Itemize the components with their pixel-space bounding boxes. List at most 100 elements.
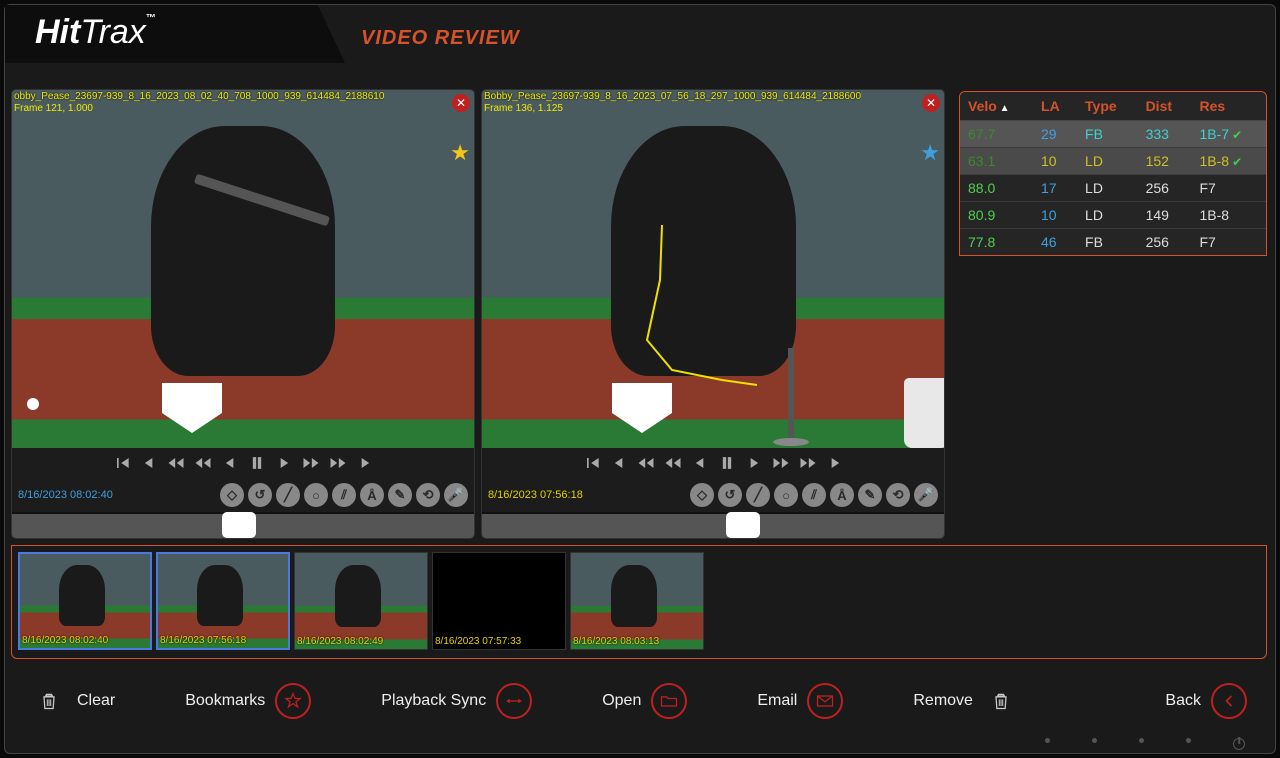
thumbnail[interactable]: 8/16/2023 08:03:13	[570, 552, 704, 650]
forward-fast-icon[interactable]	[797, 452, 819, 474]
cell-dist: 256	[1138, 229, 1192, 256]
compass-tool-icon[interactable]: Å	[360, 483, 384, 507]
table-row[interactable]: 67.729FB3331B-7✔	[960, 121, 1266, 148]
col-res[interactable]: Res	[1191, 92, 1266, 121]
pencil-tool-icon[interactable]: ✎	[388, 483, 412, 507]
pause-icon[interactable]	[716, 452, 738, 474]
pause-icon[interactable]	[246, 452, 268, 474]
playback-sync-button[interactable]: Playback Sync	[381, 683, 532, 719]
forward-icon[interactable]	[300, 452, 322, 474]
close-icon[interactable]: ✕	[452, 94, 470, 112]
scrub-bar-right[interactable]	[482, 514, 944, 538]
prev-icon[interactable]	[138, 452, 160, 474]
undo-tool-icon[interactable]: ↺	[718, 483, 742, 507]
power-icon[interactable]	[1233, 738, 1245, 750]
chevron-left-icon	[1211, 683, 1247, 719]
cell-la: 10	[1033, 202, 1077, 229]
skip-start-icon[interactable]	[581, 452, 603, 474]
cell-velo: 80.9	[960, 202, 1033, 229]
home-plate-tool-icon[interactable]: ◇	[220, 483, 244, 507]
cell-res: 1B-8✔	[1191, 148, 1266, 175]
home-plate	[612, 383, 672, 433]
compass-tool-icon[interactable]: Å	[830, 483, 854, 507]
thumb-timestamp: 8/16/2023 08:02:49	[297, 636, 383, 647]
angle-tool-icon[interactable]: ⫽	[802, 483, 826, 507]
col-la[interactable]: LA	[1033, 92, 1077, 121]
angle-tool-icon[interactable]: ⫽	[332, 483, 356, 507]
sync-tool-icon[interactable]: ⟲	[416, 483, 440, 507]
rewind-fast-icon[interactable]	[635, 452, 657, 474]
table-row[interactable]: 63.110LD1521B-8✔	[960, 148, 1266, 175]
timestamp: 8/16/2023 08:02:40	[18, 489, 216, 501]
rewind-icon[interactable]	[192, 452, 214, 474]
app-logo: HitTrax™	[35, 13, 156, 52]
circle-tool-icon[interactable]: ○	[304, 483, 328, 507]
line-tool-icon[interactable]: ╱	[276, 483, 300, 507]
system-tray	[1045, 738, 1245, 750]
back-button[interactable]: Back	[1165, 683, 1247, 719]
rewind-icon[interactable]	[662, 452, 684, 474]
tray-dot[interactable]	[1186, 738, 1191, 743]
scrub-handle[interactable]	[726, 512, 760, 538]
play-icon[interactable]	[354, 452, 376, 474]
step-fwd-icon[interactable]	[273, 452, 295, 474]
star-icon[interactable]: ★	[920, 140, 940, 166]
page-title: VIDEO REVIEW	[361, 27, 520, 50]
step-back-icon[interactable]	[219, 452, 241, 474]
mic-off-tool-icon[interactable]: 🎤	[914, 483, 938, 507]
cell-dist: 333	[1138, 121, 1192, 148]
thumbnail[interactable]: 8/16/2023 07:57:33	[432, 552, 566, 650]
thumbnail[interactable]: 8/16/2023 08:02:40	[18, 552, 152, 650]
undo-tool-icon[interactable]: ↺	[248, 483, 272, 507]
tray-dot[interactable]	[1092, 738, 1097, 743]
mic-off-tool-icon[interactable]: 🎤	[444, 483, 468, 507]
open-label: Open	[602, 692, 641, 710]
table-row[interactable]: 77.846FB256F7	[960, 229, 1266, 256]
email-label: Email	[757, 692, 797, 710]
star-icon[interactable]: ★	[450, 140, 470, 166]
col-dist[interactable]: Dist	[1138, 92, 1192, 121]
thumb-image	[20, 554, 150, 648]
scrub-handle[interactable]	[222, 512, 256, 538]
line-tool-icon[interactable]: ╱	[746, 483, 770, 507]
scrub-bar-left[interactable]	[12, 514, 474, 538]
step-back-icon[interactable]	[689, 452, 711, 474]
home-plate-tool-icon[interactable]: ◇	[690, 483, 714, 507]
skip-start-icon[interactable]	[111, 452, 133, 474]
bottom-toolbar: Clear Bookmarks Playback Sync Open Email…	[11, 673, 1267, 729]
thumbnail[interactable]: 8/16/2023 08:02:49	[294, 552, 428, 650]
video-frame-right[interactable]: Bobby_Pease_23697-939_8_16_2023_07_56_18…	[482, 90, 944, 448]
forward-icon[interactable]	[770, 452, 792, 474]
forward-fast-icon[interactable]	[327, 452, 349, 474]
open-button[interactable]: Open	[602, 683, 687, 719]
tray-dot[interactable]	[1045, 738, 1050, 743]
remove-button[interactable]: Remove	[913, 683, 1019, 719]
table-header: Velo LA Type Dist Res	[960, 92, 1266, 121]
col-type[interactable]: Type	[1077, 92, 1138, 121]
table-row[interactable]: 88.017LD256F7	[960, 175, 1266, 202]
video-pane-right: Bobby_Pease_23697-939_8_16_2023_07_56_18…	[481, 89, 945, 539]
sync-tool-icon[interactable]: ⟲	[886, 483, 910, 507]
pencil-tool-icon[interactable]: ✎	[858, 483, 882, 507]
ball-bucket	[904, 378, 945, 448]
close-icon[interactable]: ✕	[922, 94, 940, 112]
cell-la: 46	[1033, 229, 1077, 256]
table-row[interactable]: 80.910LD1491B-8	[960, 202, 1266, 229]
col-velo[interactable]: Velo	[960, 92, 1033, 121]
video-frame-left[interactable]: obby_Pease_23697-939_8_16_2023_08_02_40_…	[12, 90, 474, 448]
prev-icon[interactable]	[608, 452, 630, 474]
clear-button[interactable]: Clear	[31, 683, 115, 719]
folder-icon	[651, 683, 687, 719]
circle-tool-icon[interactable]: ○	[774, 483, 798, 507]
step-fwd-icon[interactable]	[743, 452, 765, 474]
bookmarks-button[interactable]: Bookmarks	[185, 683, 311, 719]
playback-controls-right	[482, 448, 944, 478]
rewind-fast-icon[interactable]	[165, 452, 187, 474]
thumb-image	[571, 553, 703, 649]
header: HitTrax™ VIDEO REVIEW	[5, 5, 1275, 63]
thumbnail-strip: 8/16/2023 08:02:408/16/2023 07:56:18 8/16…	[11, 545, 1267, 659]
thumbnail[interactable]: 8/16/2023 07:56:18	[156, 552, 290, 650]
play-icon[interactable]	[824, 452, 846, 474]
email-button[interactable]: Email	[757, 683, 843, 719]
tray-dot[interactable]	[1139, 738, 1144, 743]
